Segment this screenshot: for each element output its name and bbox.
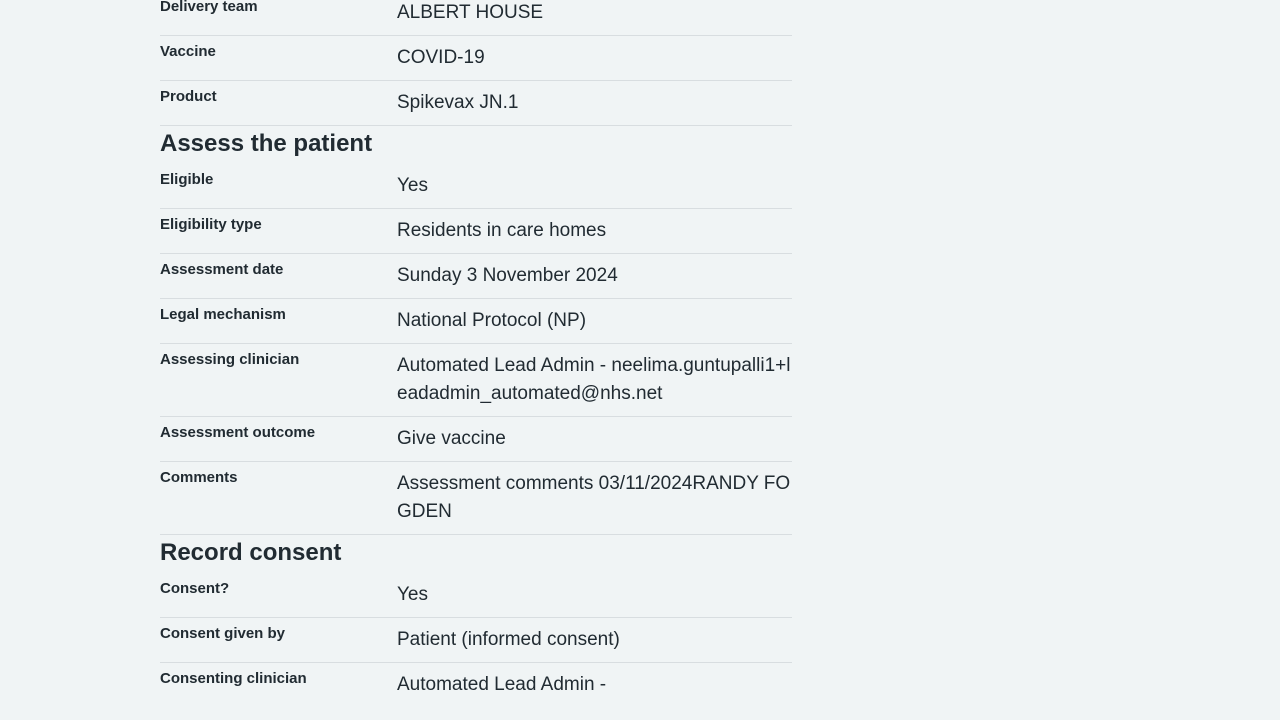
summary-row-eligibility-type: Eligibility type Residents in care homes <box>160 209 792 254</box>
summary-content: Delivery team ALBERT HOUSE Vaccine COVID… <box>160 0 792 707</box>
summary-row-vaccine: Vaccine COVID-19 <box>160 36 792 81</box>
summary-value: Sunday 3 November 2024 <box>397 265 618 286</box>
summary-row-eligible: Eligible Yes <box>160 164 792 209</box>
summary-row-assessment-outcome: Assessment outcome Give vaccine <box>160 417 792 462</box>
summary-value: Spikevax JN.1 <box>397 92 519 113</box>
summary-row-delivery-team: Delivery team ALBERT HOUSE <box>160 0 792 36</box>
summary-value: Yes <box>397 175 428 196</box>
summary-key: Product <box>160 88 217 105</box>
summary-row-product: Product Spikevax JN.1 <box>160 81 792 126</box>
summary-row-legal-mechanism: Legal mechanism National Protocol (NP) <box>160 299 792 344</box>
summary-row-assessing-clinician: Assessing clinician Automated Lead Admin… <box>160 344 792 417</box>
assess-patient-section: Assess the patient Eligible Yes Eligibil… <box>160 126 792 535</box>
summary-key: Assessing clinician <box>160 351 300 368</box>
summary-value: COVID-19 <box>397 47 485 68</box>
summary-key: Eligibility type <box>160 216 262 233</box>
summary-row-comments: Comments Assessment comments 03/11/2024R… <box>160 462 792 535</box>
summary-row-consent-given-by: Consent given by Patient (informed conse… <box>160 618 792 663</box>
summary-row-consenting-clinician: Consenting clinician Automated Lead Admi… <box>160 663 792 707</box>
summary-key: Vaccine <box>160 43 216 60</box>
summary-row-assessment-date: Assessment date Sunday 3 November 2024 <box>160 254 792 299</box>
summary-value: ALBERT HOUSE <box>397 2 544 23</box>
summary-value: Give vaccine <box>397 428 506 449</box>
summary-key: Comments <box>160 469 238 486</box>
summary-key: Assessment outcome <box>160 424 316 441</box>
summary-key: Consent? <box>160 580 230 597</box>
summary-value: Automated Lead Admin - <box>397 674 607 695</box>
summary-key: Consent given by <box>160 625 286 642</box>
summary-key: Eligible <box>160 171 214 188</box>
section-heading-record-consent: Record consent <box>160 539 342 566</box>
summary-value: Automated Lead Admin - neelima.guntupall… <box>397 355 791 404</box>
summary-value: Yes <box>397 584 428 605</box>
section-heading-assess-patient: Assess the patient <box>160 130 373 157</box>
summary-value: Residents in care homes <box>397 220 607 241</box>
summary-key: Legal mechanism <box>160 306 286 323</box>
summary-value: National Protocol (NP) <box>397 310 587 331</box>
summary-value: Assessment comments 03/11/2024RANDY FOGD… <box>397 473 791 522</box>
summary-key: Delivery team <box>160 0 258 15</box>
record-consent-section: Record consent Consent? Yes Consent give… <box>160 535 792 707</box>
summary-key: Consenting clinician <box>160 670 307 687</box>
summary-key: Assessment date <box>160 261 284 278</box>
summary-row-consent: Consent? Yes <box>160 573 792 618</box>
vaccination-details-section: Delivery team ALBERT HOUSE Vaccine COVID… <box>160 0 792 126</box>
summary-value: Patient (informed consent) <box>397 629 620 650</box>
